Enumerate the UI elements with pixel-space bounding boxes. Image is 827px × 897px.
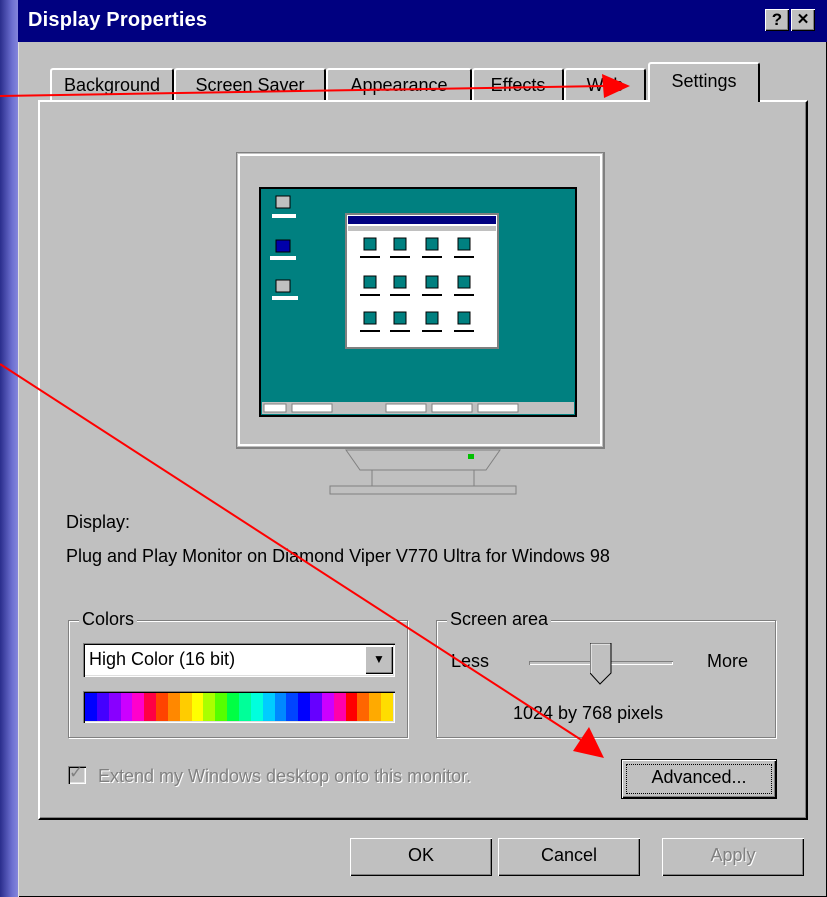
less-label: Less (451, 651, 490, 671)
spectrum-swatch (357, 693, 370, 721)
spectrum-swatch (274, 693, 287, 721)
spectrum-swatch (286, 693, 299, 721)
spectrum-swatch (132, 693, 145, 721)
screen-area-group: Screen area Less More 1024 by 768 pixels (436, 609, 776, 738)
title-bar: Display Properties ? ✕ (18, 0, 827, 42)
spectrum-swatch (310, 693, 322, 721)
tab-appearance[interactable]: Appearance (326, 68, 472, 102)
spectrum-swatch (96, 693, 109, 721)
screen-area-group-label: Screen area (447, 609, 552, 630)
apply-button[interactable]: Apply (662, 838, 804, 876)
spectrum-swatch (191, 693, 204, 721)
extend-desktop-checkbox[interactable]: ✓ (68, 763, 86, 784)
spectrum-swatch (144, 693, 157, 721)
chevron-down-icon[interactable]: ▼ (365, 646, 393, 674)
colors-dropdown[interactable]: High Color (16 bit) ▼ (83, 643, 395, 677)
monitor-preview (236, 152, 605, 495)
extend-desktop-label: Extend my Windows desktop onto this moni… (98, 766, 472, 786)
spectrum-swatch (85, 693, 97, 721)
close-button[interactable]: ✕ (791, 9, 815, 31)
colors-selected-value: High Color (16 bit) (89, 649, 236, 669)
spectrum-swatch (227, 693, 239, 721)
color-spectrum-bar (83, 691, 395, 723)
display-properties-dialog: Display Properties ? ✕ Background Screen… (18, 0, 827, 897)
cancel-button[interactable]: Cancel (498, 838, 640, 876)
resolution-text: 1024 by 768 pixels (513, 703, 664, 723)
spectrum-swatch (238, 693, 251, 721)
help-button[interactable]: ? (765, 9, 789, 31)
tab-background[interactable]: Background (50, 68, 174, 102)
spectrum-swatch (108, 693, 121, 721)
spectrum-swatch (333, 693, 346, 721)
display-device: Plug and Play Monitor on Diamond Viper V… (66, 546, 610, 566)
spectrum-swatch (321, 693, 334, 721)
tab-web[interactable]: Web (564, 68, 646, 102)
spectrum-swatch (120, 693, 133, 721)
spectrum-swatch (381, 693, 393, 721)
colors-group-label: Colors (79, 609, 138, 630)
advanced-button[interactable]: Advanced... (621, 759, 777, 799)
spectrum-swatch (369, 693, 382, 721)
spectrum-swatch (203, 693, 216, 721)
checkmark-icon: ✓ (69, 763, 84, 782)
window-title: Display Properties (28, 9, 208, 31)
spectrum-swatch (250, 693, 263, 721)
spectrum-swatch (156, 693, 168, 721)
spectrum-swatch (298, 693, 311, 721)
tab-effects[interactable]: Effects (472, 68, 564, 102)
spectrum-swatch (179, 693, 192, 721)
screen-area-slider-thumb[interactable] (590, 643, 612, 685)
tab-settings[interactable]: Settings (648, 62, 760, 102)
display-label: Display: (66, 512, 131, 532)
more-label: More (707, 651, 749, 671)
spectrum-swatch (345, 693, 358, 721)
ok-button[interactable]: OK (350, 838, 492, 876)
spectrum-swatch (167, 693, 180, 721)
spectrum-swatch (262, 693, 275, 721)
tab-screen-saver[interactable]: Screen Saver (174, 68, 326, 102)
spectrum-swatch (215, 693, 228, 721)
colors-group: Colors High Color (16 bit) ▼ (68, 609, 408, 738)
